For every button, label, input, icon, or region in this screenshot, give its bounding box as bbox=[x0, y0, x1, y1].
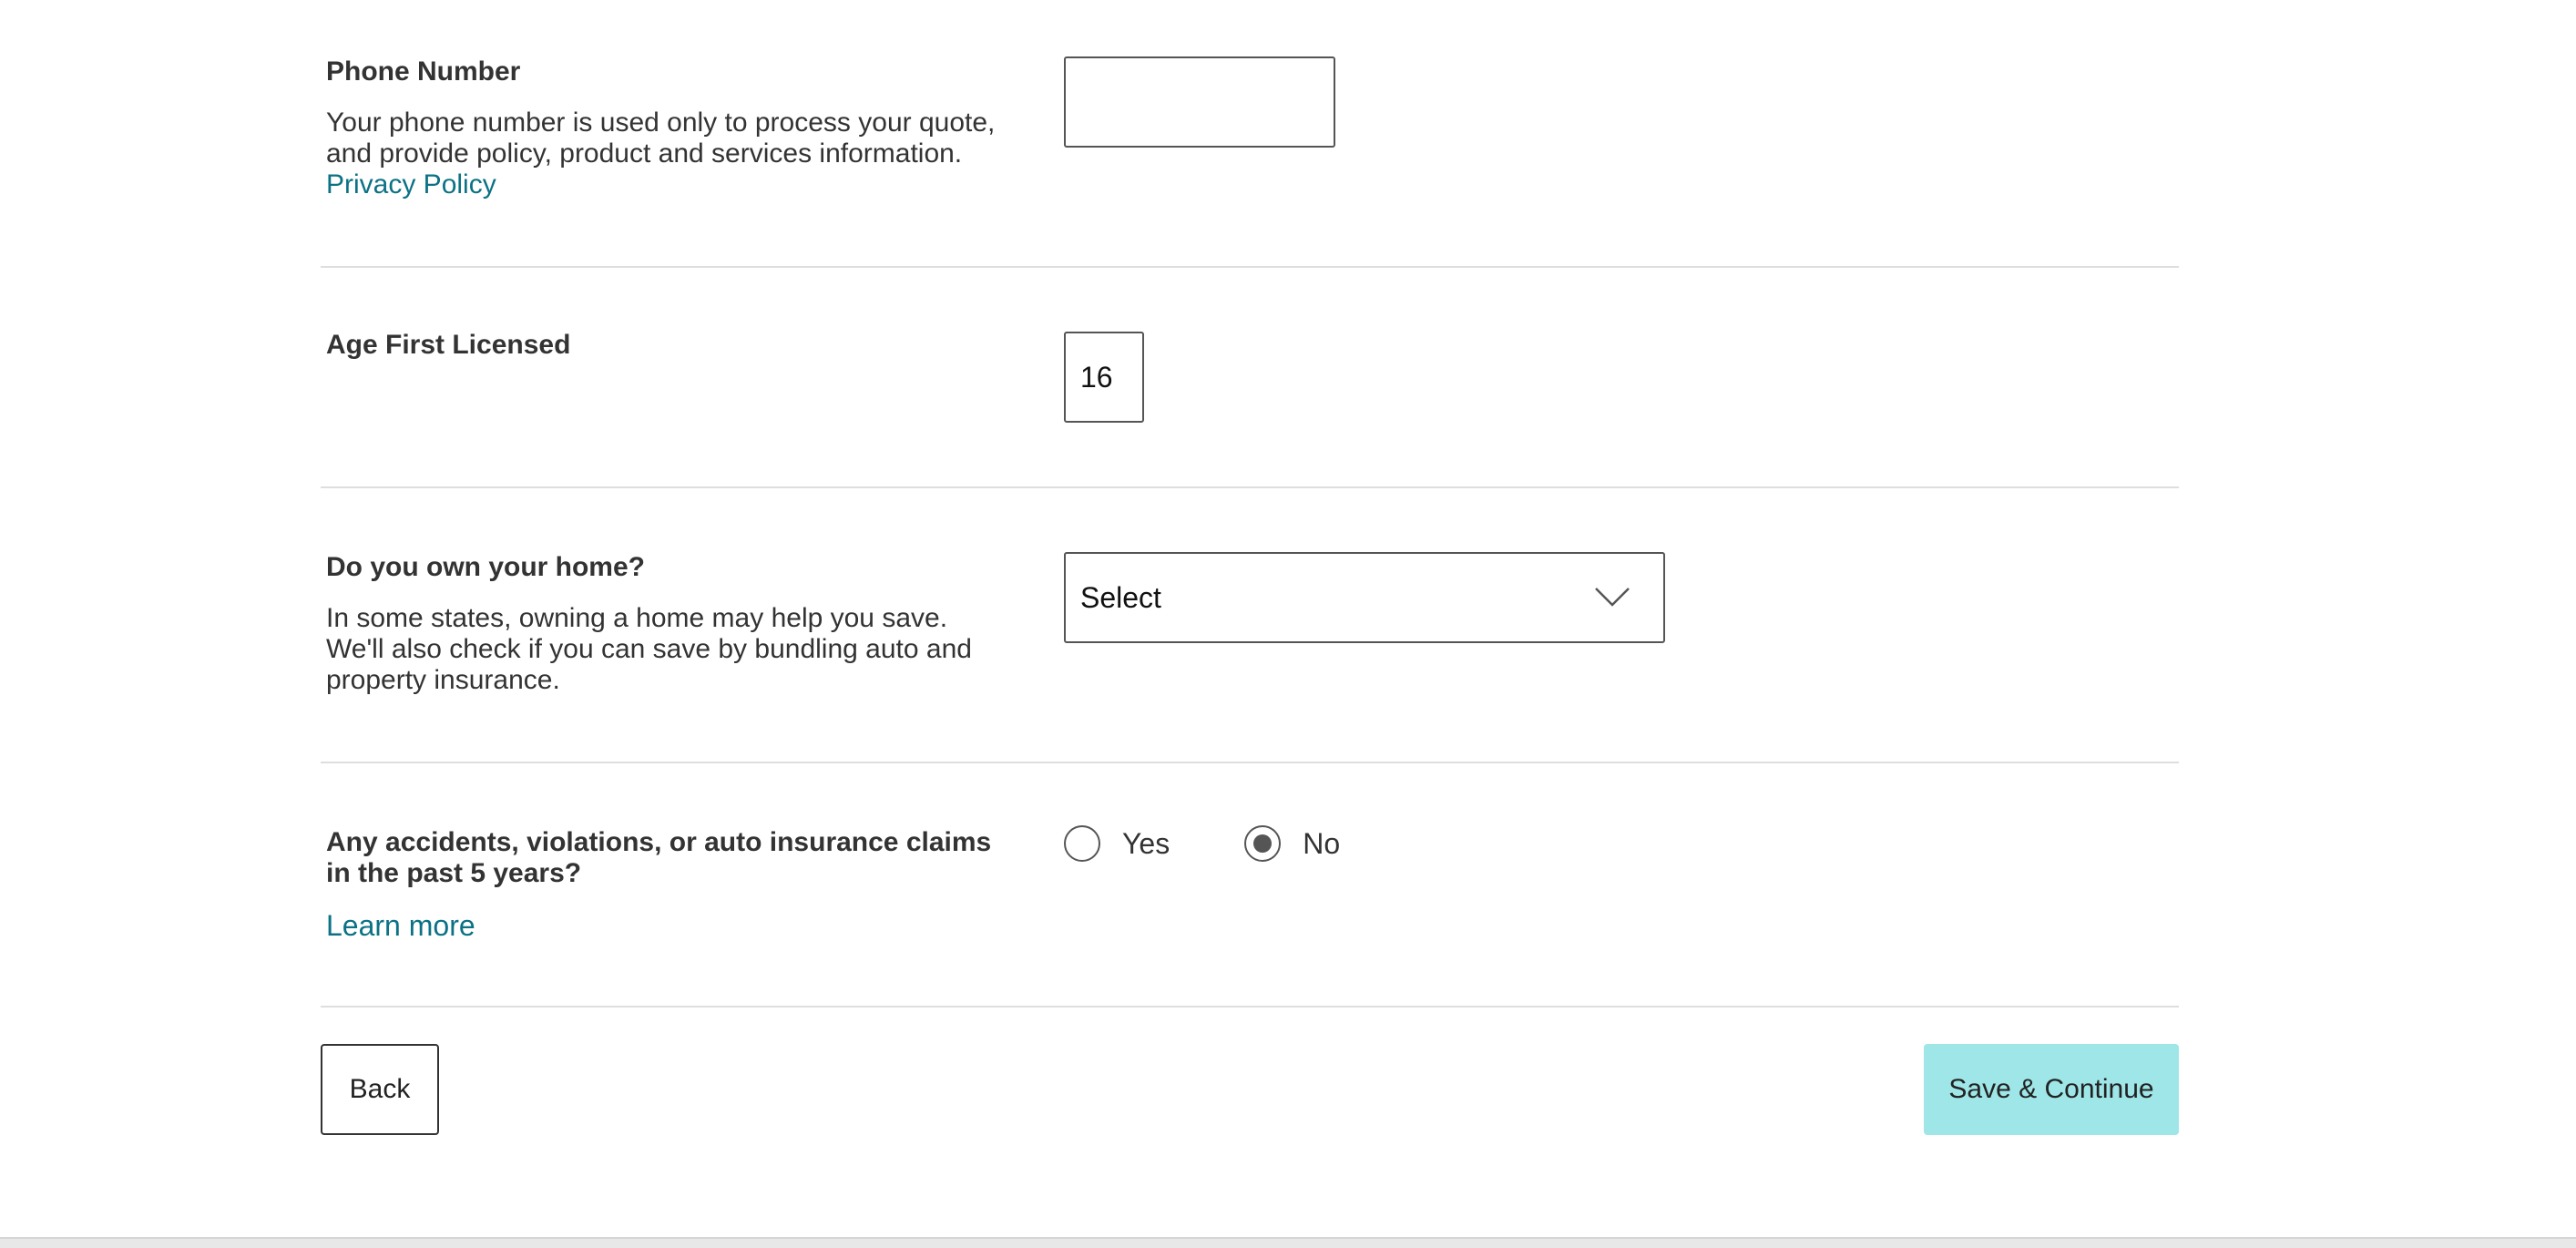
accidents-row: Any accidents, violations, or auto insur… bbox=[321, 763, 2179, 1006]
learn-more-link[interactable]: Learn more bbox=[326, 909, 475, 942]
phone-number-description-text: Your phone number is used only to proces… bbox=[326, 107, 996, 169]
own-home-description: In some states, owning a home may help y… bbox=[326, 603, 972, 695]
phone-number-row: Phone Number Your phone number is used o… bbox=[321, 0, 2179, 266]
radio-no[interactable] bbox=[1244, 825, 1282, 862]
chevron-down-icon bbox=[1594, 581, 1630, 615]
page: Phone Number Your phone number is used o… bbox=[0, 0, 2576, 1248]
own-home-label-group: Do you own your home? In some states, ow… bbox=[326, 552, 1000, 696]
accidents-control: Yes No bbox=[1064, 825, 1340, 862]
phone-number-control bbox=[1064, 56, 1335, 148]
radio-yes-label: Yes bbox=[1122, 826, 1170, 860]
accidents-radio-group: Yes No bbox=[1064, 825, 1340, 862]
phone-number-label-group: Phone Number Your phone number is used o… bbox=[326, 56, 1000, 200]
accidents-label-group: Any accidents, violations, or auto insur… bbox=[326, 827, 1000, 942]
back-button[interactable]: Back bbox=[321, 1044, 439, 1135]
age-first-licensed-label-group: Age First Licensed bbox=[326, 330, 1000, 361]
age-first-licensed-title: Age First Licensed bbox=[326, 330, 571, 360]
privacy-policy-link[interactable]: Privacy Policy bbox=[326, 169, 496, 199]
own-home-control: Select bbox=[1064, 552, 1665, 643]
own-home-title: Do you own your home? bbox=[326, 552, 645, 582]
radio-option-yes[interactable]: Yes bbox=[1064, 825, 1170, 862]
radio-yes[interactable] bbox=[1064, 825, 1100, 862]
accidents-title: Any accidents, violations, or auto insur… bbox=[326, 827, 992, 888]
divider bbox=[321, 1006, 2179, 1008]
radio-no-label: No bbox=[1303, 826, 1341, 860]
own-home-row: Do you own your home? In some states, ow… bbox=[321, 488, 2179, 762]
phone-number-description: Your phone number is used only to proces… bbox=[326, 107, 1000, 200]
age-first-licensed-row: Age First Licensed 16 bbox=[321, 268, 2179, 486]
phone-number-title: Phone Number bbox=[326, 56, 521, 87]
footer-bar bbox=[0, 1237, 2576, 1248]
age-first-licensed-control: 16 bbox=[1064, 332, 1144, 423]
save-continue-button[interactable]: Save & Continue bbox=[1924, 1044, 2179, 1135]
age-first-licensed-input[interactable]: 16 bbox=[1064, 332, 1144, 423]
own-home-select-value: Select bbox=[1080, 580, 1161, 614]
radio-option-no[interactable]: No bbox=[1244, 825, 1340, 862]
phone-number-input[interactable] bbox=[1064, 56, 1335, 148]
own-home-select[interactable]: Select bbox=[1064, 552, 1665, 643]
